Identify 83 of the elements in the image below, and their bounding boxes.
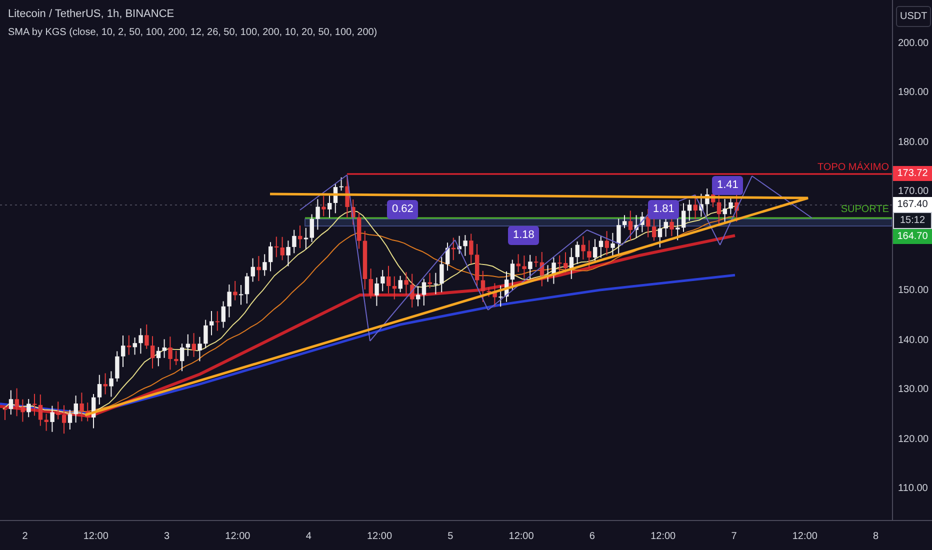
time-tick-label: 12:00	[792, 530, 818, 544]
time-tick-label: 12:00	[225, 530, 250, 544]
time-tick-label: 6	[589, 530, 595, 544]
time-tick-label: 12:00	[508, 530, 534, 544]
candle	[286, 240, 290, 267]
candle	[174, 350, 178, 366]
candle	[410, 273, 414, 308]
candle	[552, 257, 556, 284]
ratio-badge: 0.62	[387, 200, 418, 218]
candle	[198, 336, 202, 362]
candle	[528, 254, 532, 280]
candle	[705, 188, 710, 216]
candle	[728, 198, 733, 215]
price-tick-label: 200.00	[898, 36, 929, 50]
candle	[492, 282, 497, 308]
candle	[616, 218, 621, 254]
line-label: SUPORTE	[840, 203, 889, 217]
price-tag: 167.40	[893, 197, 932, 212]
candle	[56, 401, 60, 420]
price-tag: 164.70	[893, 229, 932, 244]
price-tick-label: 180.00	[898, 136, 929, 150]
time-tick-label: 12:00	[83, 530, 108, 544]
candle	[640, 212, 644, 233]
candle	[374, 277, 379, 306]
candle	[292, 229, 296, 254]
candle	[109, 370, 114, 398]
candle	[20, 398, 25, 422]
candle	[440, 256, 444, 293]
time-tick-label: 4	[306, 530, 312, 544]
candle	[86, 402, 90, 422]
ratio-badge: 1.81	[648, 200, 680, 218]
candle	[115, 350, 120, 382]
currency-button[interactable]: USDT	[896, 6, 932, 27]
time-tick-label: 7	[731, 530, 737, 544]
candle	[351, 198, 356, 226]
symbol-title: Litecoin / TetherUS, 1h, BINANCE	[8, 7, 176, 22]
candle	[404, 272, 408, 296]
time-tick-label: 2	[22, 530, 28, 544]
candle	[676, 216, 680, 241]
candle	[80, 392, 84, 422]
candle	[168, 336, 172, 370]
candle	[144, 324, 149, 350]
candle	[587, 240, 592, 268]
price-tick-label: 190.00	[898, 86, 929, 100]
candle	[581, 236, 586, 260]
candle	[233, 280, 238, 301]
candle	[345, 174, 350, 218]
candle	[50, 405, 54, 432]
price-tag: 173.72	[893, 166, 932, 181]
price-tick-label: 110.00	[898, 482, 928, 496]
ratio-badge: 1.41	[712, 176, 744, 194]
candle	[558, 254, 562, 274]
time-tick-label: 8	[873, 530, 879, 544]
candle	[204, 319, 208, 349]
candle	[380, 270, 385, 292]
price-tick-label: 130.00	[898, 383, 929, 397]
price-tick-label: 150.00	[898, 284, 929, 298]
candle	[498, 285, 503, 308]
time-tick-label: 3	[164, 530, 170, 544]
line-label: TOPO MÁXIMO	[818, 160, 889, 175]
candle	[227, 284, 232, 318]
candle	[138, 328, 143, 354]
price-tick-label: 140.00	[898, 334, 929, 348]
candle	[434, 272, 438, 295]
price-tag: 15:12	[893, 212, 932, 229]
candle	[610, 232, 615, 256]
candle	[522, 255, 526, 279]
candle	[646, 208, 650, 238]
candle	[463, 234, 468, 256]
price-tick-label: 170.00	[898, 185, 929, 199]
time-tick-label: 12:00	[366, 530, 392, 544]
candle	[322, 195, 326, 217]
candle	[469, 233, 474, 264]
candle	[316, 198, 320, 230]
ratio-badge: 1.18	[508, 226, 540, 244]
candle	[256, 256, 261, 282]
candle	[262, 254, 267, 276]
candle	[26, 398, 31, 418]
candle	[699, 193, 704, 218]
time-tick-label: 5	[448, 530, 454, 544]
time-tick-label: 12:00	[650, 530, 676, 544]
indicator-legend: SMA by KGS (close, 10, 2, 50, 100, 200, 12, 26, 50, 100, 200, 10, 20, 50, 100, 200)	[8, 24, 378, 40]
price-tick-label: 120.00	[898, 432, 929, 446]
